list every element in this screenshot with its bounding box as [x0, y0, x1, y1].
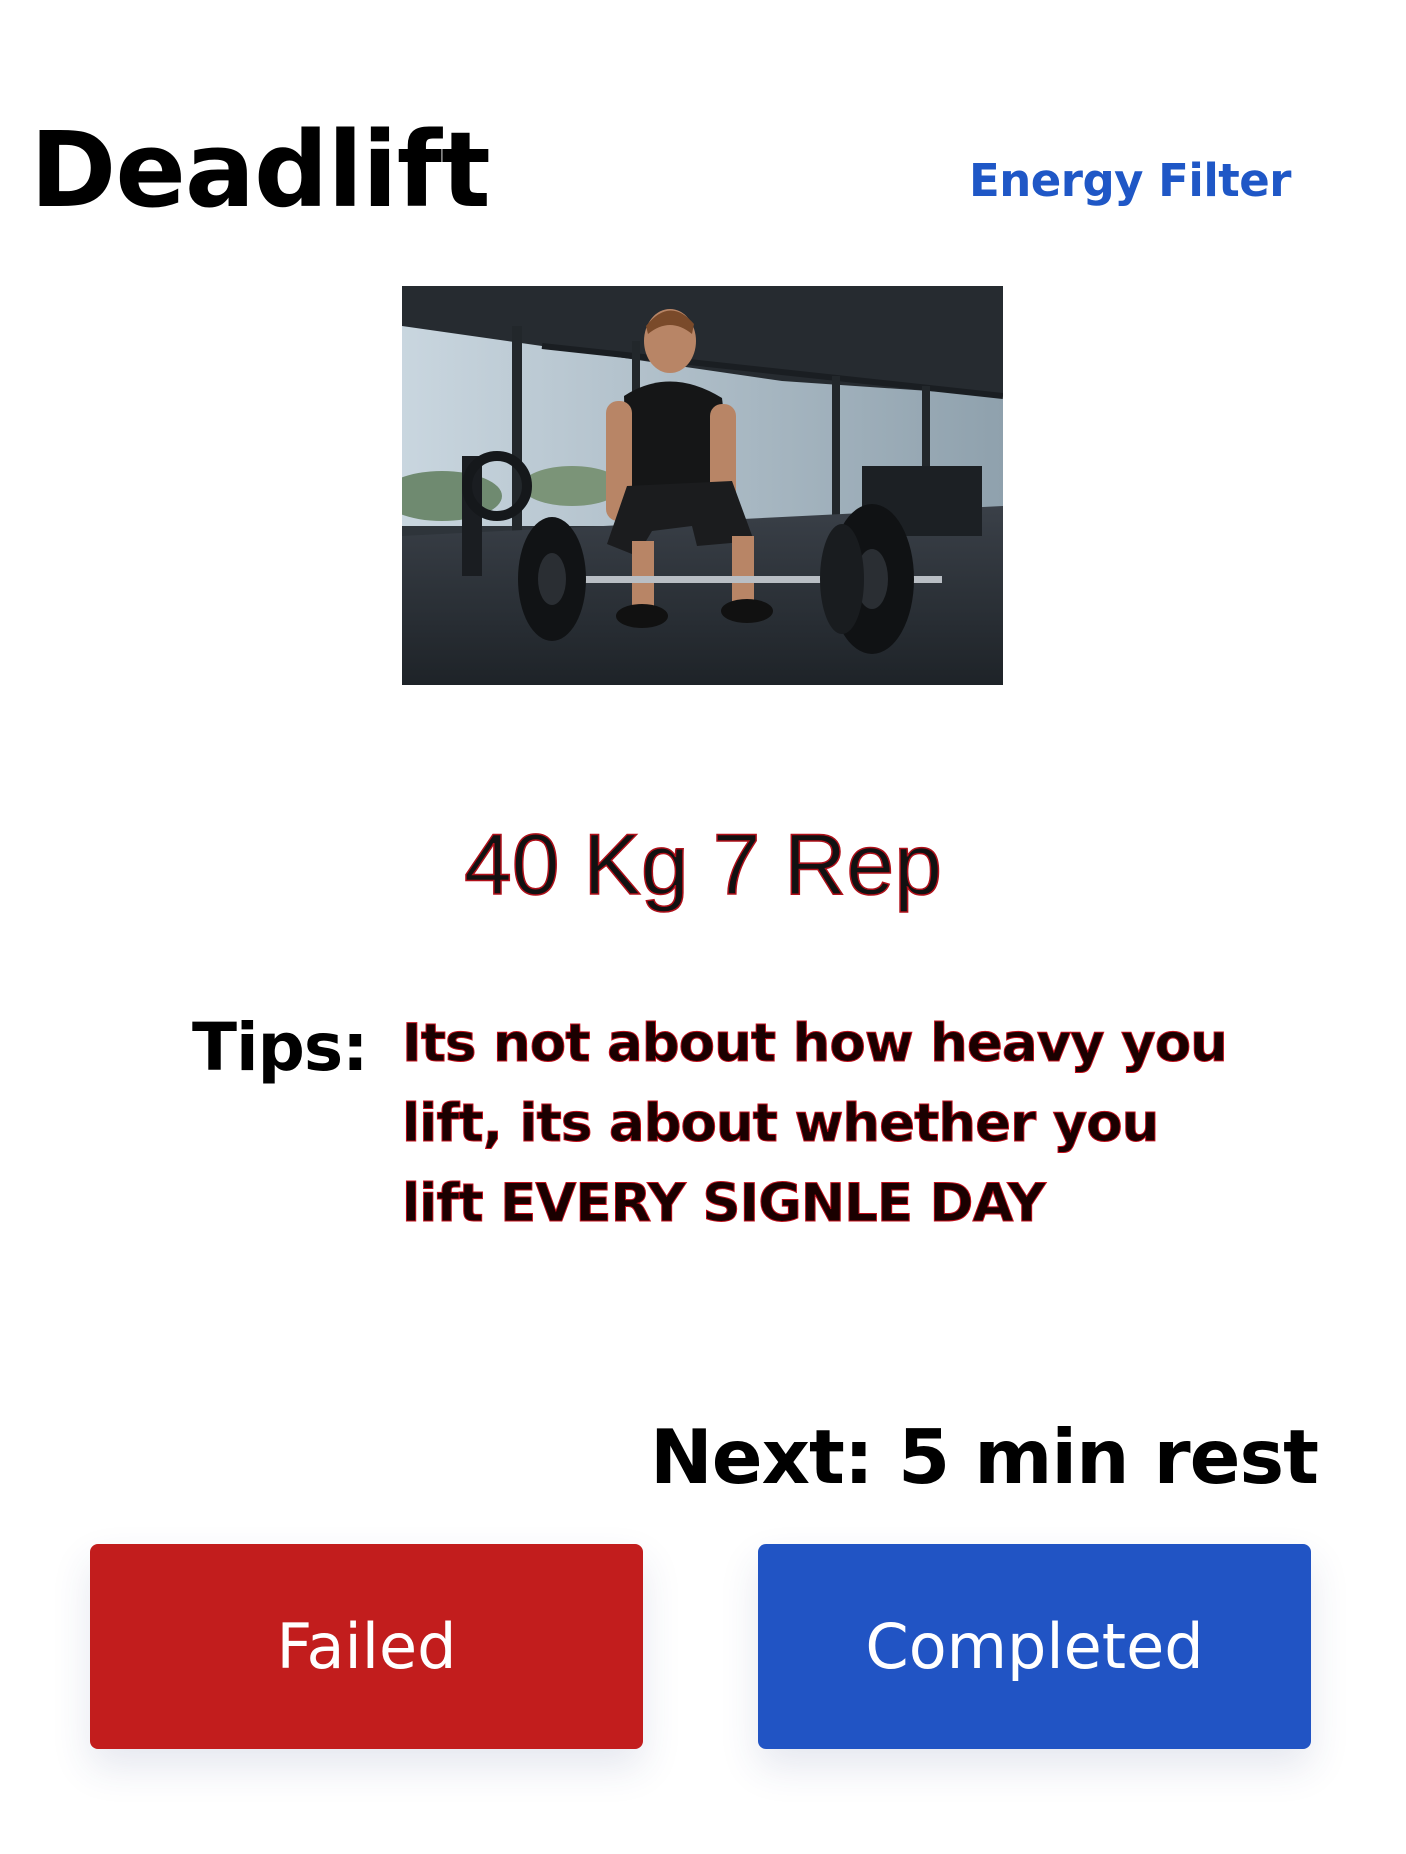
tips-line: lift, its about whether you — [402, 1093, 1160, 1155]
energy-filter-link[interactable]: Energy Filter — [969, 158, 1292, 203]
tips-label: Tips: — [192, 1009, 369, 1086]
deadlift-photo — [402, 286, 1003, 685]
tips-line: lift EVERY SIGNLE DAY — [402, 1173, 1047, 1235]
weight-reps: 40 Kg 7 Rep — [463, 817, 943, 913]
tips-text: Its not about how heavy you lift, its ab… — [402, 1004, 1242, 1244]
completed-button[interactable]: Completed — [758, 1544, 1311, 1749]
next-rest-label: Next: 5 min rest — [650, 1413, 1319, 1501]
page-title: Deadlift — [30, 109, 491, 231]
failed-button[interactable]: Failed — [90, 1544, 643, 1749]
tips-line: Its not about how heavy you — [402, 1013, 1229, 1075]
